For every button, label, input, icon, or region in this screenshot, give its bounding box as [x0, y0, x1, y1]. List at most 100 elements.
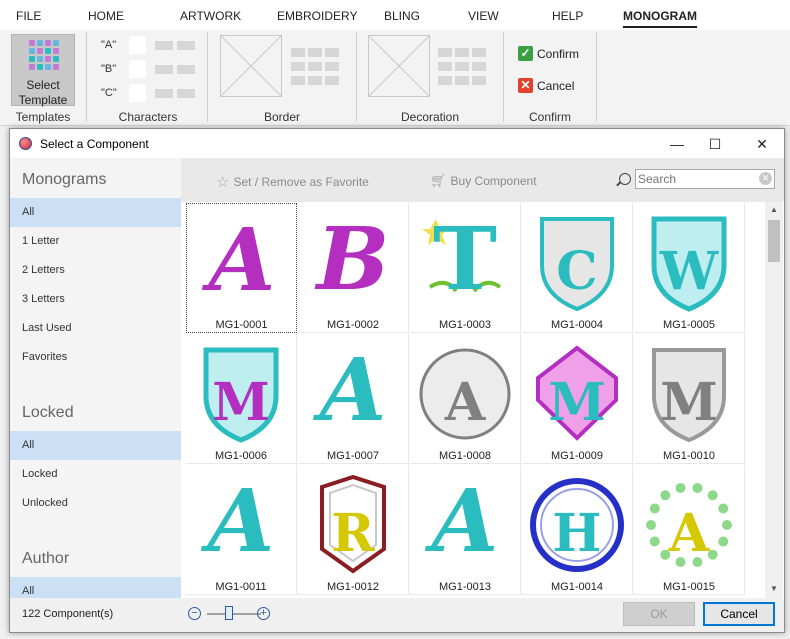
- menu-embroidery[interactable]: EMBROIDERY: [277, 9, 357, 23]
- component-tile[interactable]: M MG1-0009: [522, 334, 633, 464]
- filter-monograms-all[interactable]: All: [10, 198, 181, 227]
- component-tile[interactable]: A MG1-0001: [186, 203, 297, 333]
- border-option[interactable]: [308, 48, 322, 57]
- close-button[interactable]: ✕: [752, 134, 772, 154]
- scroll-down-arrow-icon[interactable]: ▼: [769, 584, 779, 593]
- component-toolbar: ☆ Set / Remove as Favorite 🛒︎ Buy Compon…: [181, 158, 784, 202]
- component-tile[interactable]: M MG1-0010: [634, 334, 745, 464]
- search-input[interactable]: [635, 169, 775, 189]
- zoom-out-icon[interactable]: −: [188, 607, 201, 620]
- minimize-button[interactable]: —: [667, 134, 687, 154]
- component-tile[interactable]: A MG1-0011: [186, 465, 297, 595]
- component-tile[interactable]: W MG1-0005: [634, 203, 745, 333]
- char-c-box[interactable]: [129, 84, 146, 102]
- check-icon: ✓: [518, 46, 533, 61]
- filter-favorites[interactable]: Favorites: [10, 343, 181, 372]
- component-tile[interactable]: A MG1-0013: [410, 465, 521, 595]
- star-icon: ☆: [216, 174, 230, 191]
- component-count: 122 Component(s): [22, 608, 114, 620]
- decoration-option[interactable]: [455, 48, 469, 57]
- menu-home[interactable]: HOME: [88, 9, 124, 23]
- char-b-size[interactable]: [177, 65, 195, 74]
- decoration-option[interactable]: [438, 76, 452, 85]
- component-tile[interactable]: H MG1-0014: [522, 465, 633, 595]
- char-c-size[interactable]: [177, 89, 195, 98]
- menu-file[interactable]: FILE: [16, 9, 41, 23]
- menu-view[interactable]: VIEW: [468, 9, 499, 23]
- filter-locked[interactable]: Locked: [10, 460, 181, 489]
- zoom-in-icon[interactable]: +: [257, 607, 270, 620]
- decoration-option[interactable]: [472, 48, 486, 57]
- decoration-option[interactable]: [455, 62, 469, 71]
- menu-artwork[interactable]: ARTWORK: [180, 9, 241, 23]
- favorite-button[interactable]: ☆ Set / Remove as Favorite: [216, 173, 369, 191]
- ribbon-cancel-button[interactable]: ✕ Cancel: [518, 78, 574, 93]
- menu-bling[interactable]: BLING: [384, 9, 420, 23]
- char-a-box[interactable]: [129, 36, 146, 54]
- border-option[interactable]: [325, 76, 339, 85]
- ribbon-confirm-button[interactable]: ✓ Confirm: [518, 46, 579, 61]
- border-option[interactable]: [308, 76, 322, 85]
- component-tile[interactable]: T MG1-0003: [410, 203, 521, 333]
- component-tile[interactable]: A MG1-0007: [298, 334, 409, 464]
- component-tile[interactable]: B MG1-0002: [298, 203, 409, 333]
- monogram-thumbnail: C: [540, 217, 614, 312]
- clear-search-icon[interactable]: ✕: [759, 172, 772, 185]
- monogram-thumbnail: A: [202, 210, 276, 311]
- decoration-option[interactable]: [472, 62, 486, 71]
- component-tile[interactable]: M MG1-0006: [186, 334, 297, 464]
- cancel-button[interactable]: Cancel: [703, 602, 775, 626]
- border-preview[interactable]: [220, 35, 282, 97]
- border-option[interactable]: [291, 48, 305, 57]
- filter-locked-all[interactable]: All: [10, 431, 181, 460]
- zoom-slider[interactable]: [207, 613, 261, 615]
- filter-1-letter[interactable]: 1 Letter: [10, 227, 181, 256]
- menu-monogram[interactable]: MONOGRAM: [623, 9, 697, 28]
- dialog-titlebar[interactable]: Select a Component — ☐ ✕: [10, 129, 784, 158]
- scroll-up-arrow-icon[interactable]: ▲: [769, 205, 779, 214]
- component-name: MG1-0007: [327, 450, 379, 462]
- scroll-thumb[interactable]: [768, 220, 780, 262]
- decoration-option[interactable]: [438, 62, 452, 71]
- filter-2-letters[interactable]: 2 Letters: [10, 256, 181, 285]
- maximize-button[interactable]: ☐: [705, 134, 725, 154]
- filter-3-letters[interactable]: 3 Letters: [10, 285, 181, 314]
- char-c-font[interactable]: [155, 89, 173, 98]
- decoration-preview[interactable]: [368, 35, 430, 97]
- component-tile[interactable]: C MG1-0004: [522, 203, 633, 333]
- ok-button[interactable]: OK: [623, 602, 695, 626]
- filter-sidebar: Monograms All 1 Letter 2 Letters 3 Lette…: [10, 158, 181, 598]
- component-tile[interactable]: R MG1-0012: [298, 465, 409, 595]
- zoom-slider-thumb[interactable]: [225, 606, 233, 620]
- menu-help[interactable]: HELP: [552, 9, 583, 23]
- border-option[interactable]: [325, 62, 339, 71]
- monogram-thumbnail: W: [651, 216, 727, 312]
- select-template-button[interactable]: Select Template: [11, 34, 75, 107]
- decoration-option[interactable]: [455, 76, 469, 85]
- buy-label: Buy Component: [450, 174, 537, 188]
- char-b-box[interactable]: [129, 60, 146, 78]
- svg-text:R: R: [331, 503, 375, 564]
- empty-placeholder-icon: [220, 35, 282, 97]
- decoration-option[interactable]: [472, 76, 486, 85]
- border-option[interactable]: [308, 62, 322, 71]
- char-a-size[interactable]: [177, 41, 195, 50]
- buy-component-button[interactable]: 🛒︎ Buy Component: [430, 173, 537, 189]
- ribbon-cancel-label: Cancel: [537, 78, 575, 93]
- decoration-option[interactable]: [438, 48, 452, 57]
- monogram-thumbnail: A: [646, 482, 732, 568]
- grid-scrollbar[interactable]: ▲ ▼: [765, 202, 783, 598]
- char-b-font[interactable]: [155, 65, 173, 74]
- svg-text:A: A: [425, 471, 499, 572]
- component-name: MG1-0005: [663, 319, 715, 331]
- decoration-group-label: Decoration: [400, 110, 460, 124]
- component-tile[interactable]: A MG1-0008: [410, 334, 521, 464]
- border-option[interactable]: [325, 48, 339, 57]
- component-tile[interactable]: A MG1-0015: [634, 465, 745, 595]
- char-a-font[interactable]: [155, 41, 173, 50]
- filter-unlocked[interactable]: Unlocked: [10, 489, 181, 518]
- border-option[interactable]: [291, 76, 305, 85]
- border-option[interactable]: [291, 62, 305, 71]
- filter-author-all[interactable]: All: [10, 577, 181, 598]
- filter-last-used[interactable]: Last Used: [10, 314, 181, 343]
